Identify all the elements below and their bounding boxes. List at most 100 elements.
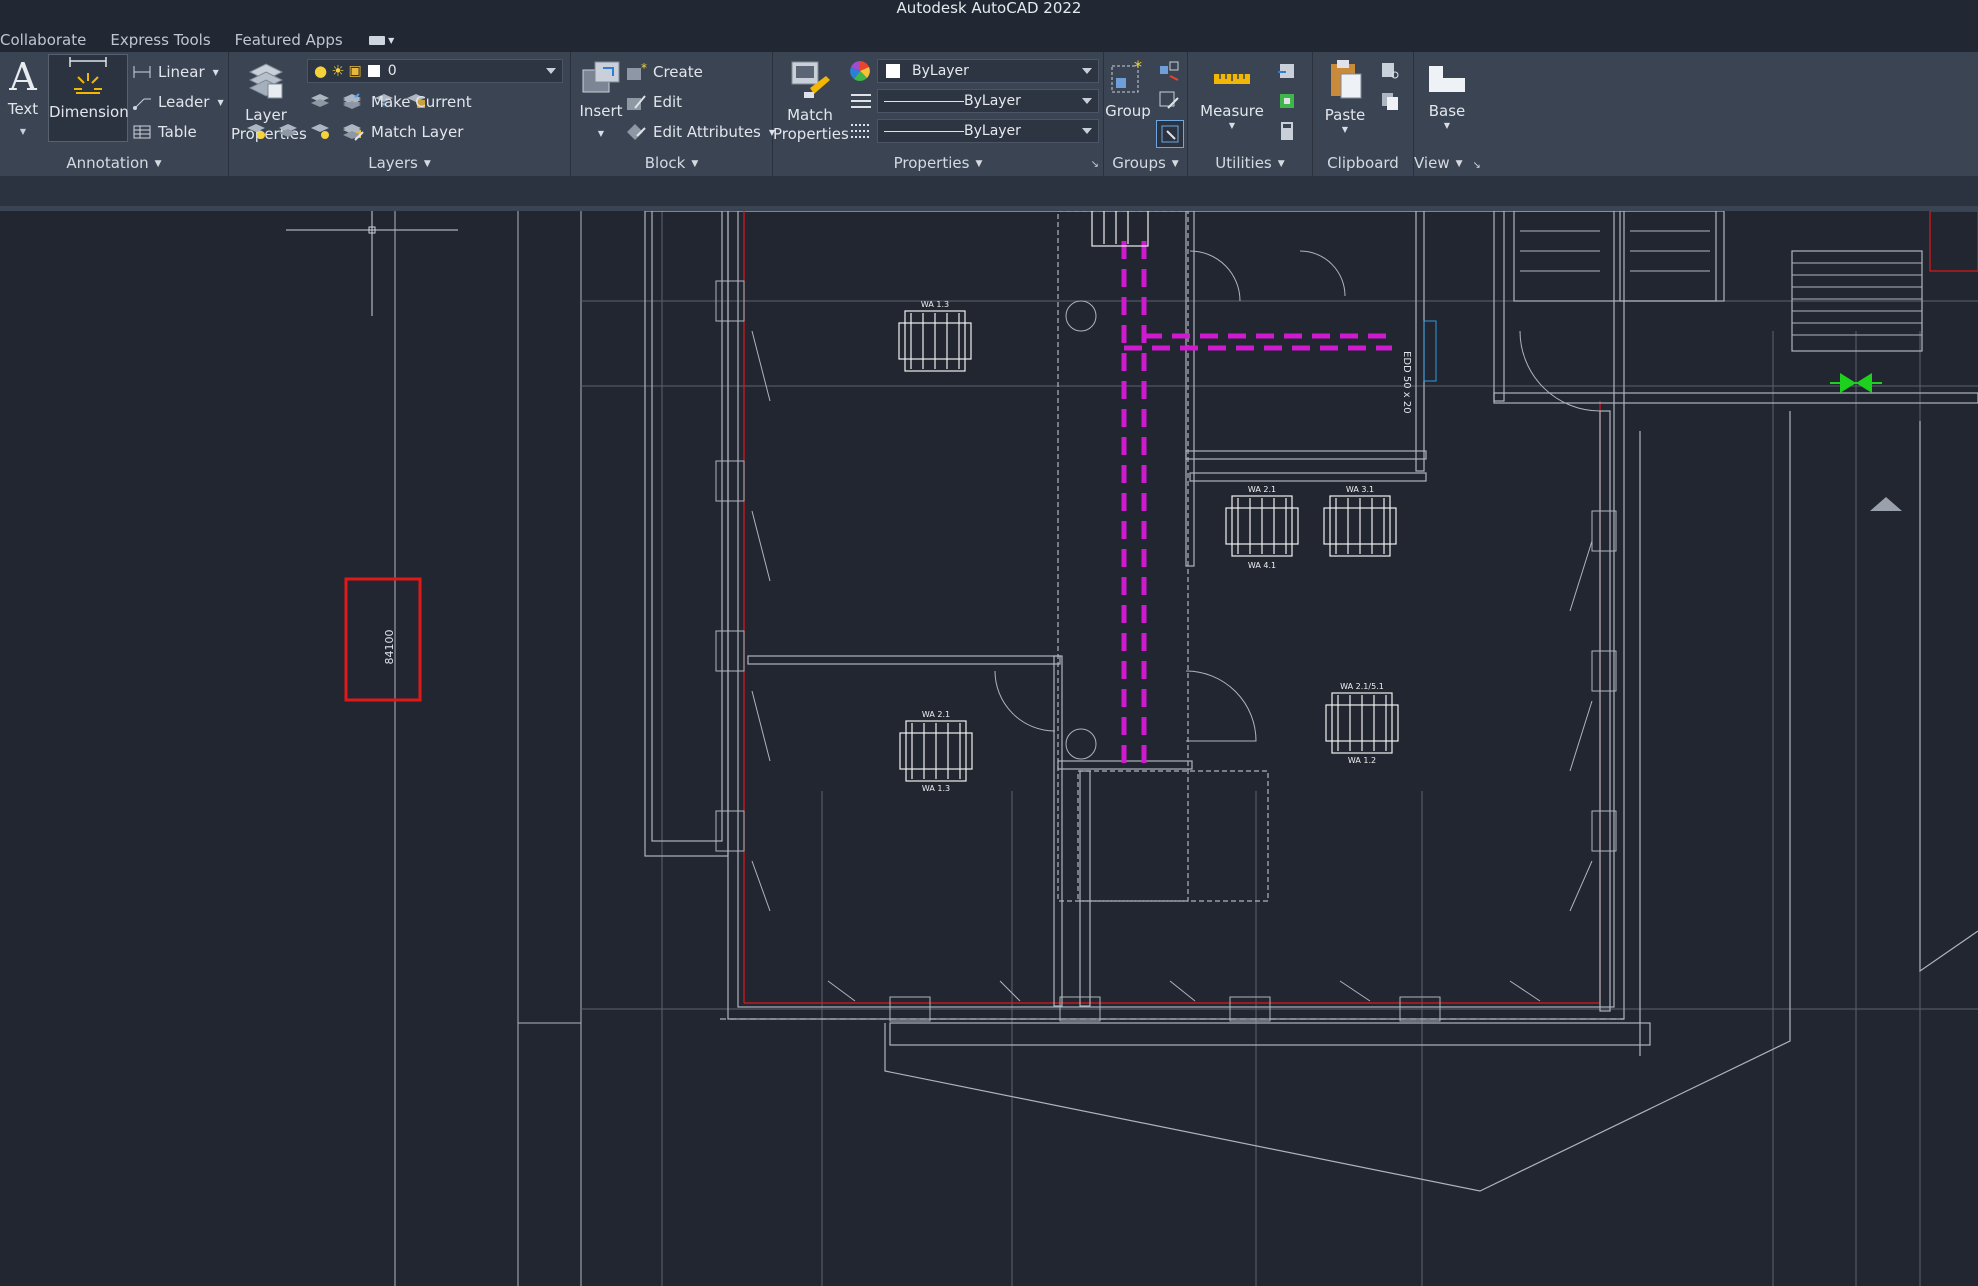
linetype-value: ByLayer — [964, 93, 1021, 109]
match-properties-label: Match Properties — [773, 106, 849, 143]
layer-properties-icon — [248, 63, 284, 99]
crosshair-cursor — [286, 211, 458, 316]
groups-panel-title[interactable]: Groups ▼ — [1104, 150, 1187, 176]
properties-dialog-launcher-icon[interactable]: ↘ — [1091, 159, 1099, 170]
match-layer-icon — [343, 126, 364, 141]
leader-label: Leader — [158, 93, 210, 111]
level-marker-icon — [1870, 497, 1902, 511]
ribbon-collapsed-area — [0, 176, 1978, 206]
create-label: Create — [653, 63, 703, 81]
copy-icon[interactable] — [1379, 90, 1401, 112]
view-panel-title[interactable]: View ▼ ↘ — [1414, 150, 1494, 176]
leader-icon — [133, 98, 151, 110]
lineweight-dropdown[interactable]: ByLayer — [877, 119, 1099, 143]
layer-off-icon[interactable] — [309, 90, 331, 110]
table-button[interactable]: Table — [132, 120, 197, 144]
duct-label: EDD 50 x 20 — [1401, 351, 1412, 414]
svg-text:*: * — [1134, 58, 1142, 76]
group-selection-toggle[interactable] — [1156, 120, 1184, 148]
layer-unisolate-icon[interactable] — [277, 120, 299, 140]
group-button[interactable]: * Group — [1104, 57, 1152, 121]
grid-lines — [581, 211, 1978, 1286]
dimension-icon — [69, 57, 107, 94]
text-label: Text — [7, 100, 39, 118]
match-layer-label: Match Layer — [371, 123, 464, 141]
layers-panel: Layer Properties ● ☀ ▣ 0 * Make Current — [229, 52, 571, 176]
svg-text:*: * — [641, 62, 647, 75]
edit-label: Edit — [653, 93, 683, 111]
room-tag — [1091, 211, 1149, 247]
tab-featured-apps[interactable]: Featured Apps — [235, 31, 343, 49]
properties-panel-title[interactable]: Properties ▼ — [773, 150, 1103, 176]
cut-icon[interactable] — [1379, 60, 1401, 82]
group-icon: * — [1111, 57, 1142, 93]
color-dropdown[interactable]: ByLayer — [877, 59, 1099, 83]
linetype-icon[interactable] — [851, 92, 871, 110]
edit-block-button[interactable]: Edit — [625, 90, 682, 114]
tab-collaborate[interactable]: Collaborate — [0, 31, 86, 49]
app-title: Autodesk AutoCAD 2022 — [896, 0, 1082, 17]
block-panel-title[interactable]: Block ▼ — [571, 150, 772, 176]
edit-attributes-button[interactable]: Edit Attributes ▼ — [625, 120, 775, 144]
base-button[interactable]: Base ▼ — [1414, 58, 1480, 130]
paste-button[interactable]: Paste ▼ — [1317, 58, 1373, 134]
text-button[interactable]: A Text ▼ — [4, 55, 42, 138]
room-tag — [1323, 495, 1397, 557]
drawing-canvas[interactable]: 84100 EDD 50 x 20 WA 1.3 WA 2.1 WA 3.1 W… — [0, 211, 1978, 1286]
lineweight-value: ByLayer — [964, 123, 1021, 139]
annotation-panel-title[interactable]: Annotation ▼ — [0, 150, 228, 176]
annotation-panel: A Text ▼ Dimension Linear ▼ Leader ▼ Tab… — [0, 52, 229, 176]
room-tag-label: WA 1.2 — [1348, 756, 1376, 765]
linetype-dropdown[interactable]: ByLayer — [877, 89, 1099, 113]
group-edit-icon[interactable] — [1158, 90, 1180, 112]
calculator-icon[interactable] — [1276, 120, 1298, 142]
room-tag — [898, 310, 972, 372]
layer-thaw-all-icon[interactable] — [309, 120, 331, 140]
color-wheel-icon[interactable] — [849, 60, 871, 82]
utilities-panel-title[interactable]: Utilities ▼ — [1188, 150, 1312, 176]
ribbon: A Text ▼ Dimension Linear ▼ Leader ▼ Tab… — [0, 52, 1978, 176]
block-panel: Insert ▼ * Create Edit Edit Attributes ▼… — [571, 52, 775, 176]
tab-express-tools[interactable]: Express Tools — [110, 31, 210, 49]
stairs — [1520, 230, 1922, 336]
layer-dropdown[interactable]: ● ☀ ▣ 0 — [307, 59, 563, 83]
room-tag-label: WA 2.1 — [1248, 485, 1276, 494]
measure-icon — [1214, 74, 1250, 84]
leader-button[interactable]: Leader ▼ — [132, 90, 224, 114]
dimension-label: Dimension — [49, 103, 129, 121]
layer-on-all-icon[interactable] — [245, 120, 267, 140]
quick-select-icon[interactable] — [1276, 90, 1298, 112]
insert-label: Insert — [579, 102, 623, 120]
door-swings — [751, 250, 1601, 1002]
create-block-icon: * — [627, 62, 647, 80]
duct-marker — [1423, 320, 1437, 382]
room-tags — [898, 211, 1399, 782]
room-tag-label: WA 3.1 — [1346, 485, 1374, 494]
measure-button[interactable]: Measure ▼ — [1192, 58, 1272, 130]
text-icon: A — [8, 55, 37, 99]
create-block-button[interactable]: * Create — [625, 60, 703, 84]
floor-plan-drawing[interactable]: 84100 EDD 50 x 20 WA 1.3 WA 2.1 WA 3.1 W… — [0, 211, 1978, 1286]
lineweight-icon[interactable] — [851, 122, 871, 140]
color-swatch-icon — [886, 64, 900, 78]
linear-button[interactable]: Linear ▼ — [132, 60, 219, 84]
measure-label: Measure — [1200, 102, 1264, 120]
dimension-button[interactable]: Dimension — [48, 54, 129, 142]
properties-panel: Match Properties ByLayer ByLayer ByLayer… — [773, 52, 1104, 176]
edit-block-icon — [627, 95, 646, 110]
highlighted-dimension[interactable]: 84100 — [344, 577, 422, 702]
match-layer-button[interactable]: Match Layer — [341, 120, 463, 144]
clipboard-panel: Paste ▼ Clipboard — [1313, 52, 1414, 176]
match-properties-button[interactable]: Match Properties — [773, 58, 849, 144]
group-selection-icon — [1161, 125, 1179, 143]
table-label: Table — [158, 123, 197, 141]
workspace-switch-icon[interactable]: ▼ — [367, 32, 397, 48]
make-current-button[interactable]: Make Current — [341, 90, 472, 114]
paste-label: Paste — [1324, 106, 1366, 124]
layers-panel-title[interactable]: Layers ▼ — [229, 150, 570, 176]
room-tag-label: WA 2.1/5.1 — [1340, 682, 1384, 691]
id-point-icon[interactable] — [1276, 60, 1298, 82]
room-tag — [1225, 495, 1299, 557]
insert-button[interactable]: Insert ▼ — [573, 58, 629, 140]
ungroup-icon[interactable] — [1158, 60, 1180, 82]
